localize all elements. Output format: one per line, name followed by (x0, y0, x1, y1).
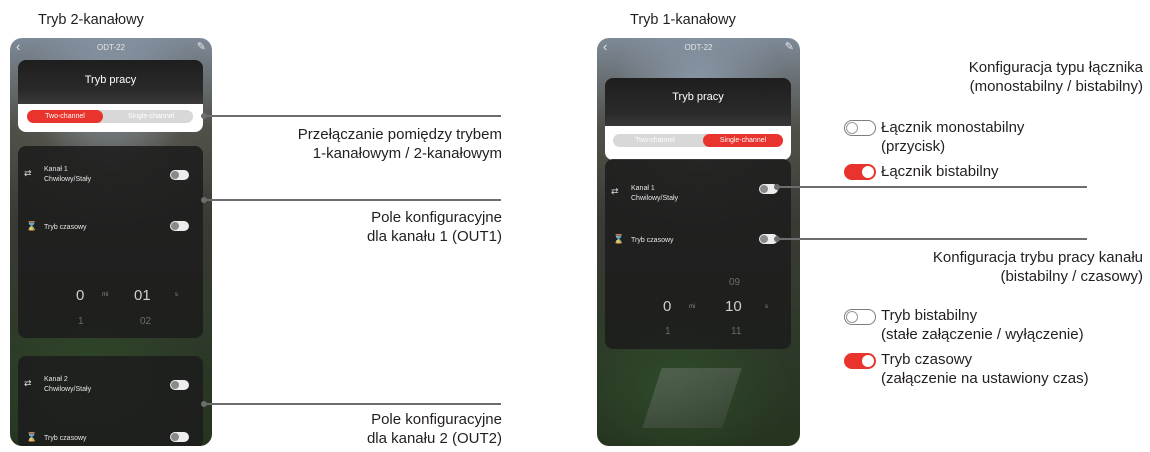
channel-2-card: ⇄ Kanał 2 Chwilowy/Stały ⌛ Tryb czasowy (18, 356, 203, 446)
repeat-icon: ⇄ (611, 186, 619, 196)
legend-toggle-off-icon (844, 309, 876, 325)
channel-1-mode: Chwilowy/Stały (631, 195, 679, 202)
legend-toggle-on-icon (844, 164, 876, 180)
mode-title: Tryb pracy (84, 74, 137, 86)
picker-minutes-unit: mi (102, 292, 109, 298)
note-mode-switch: Przełączanie pomiędzy trybem 1-kanałowym… (297, 126, 502, 162)
single-channel-option[interactable]: Single-channel (703, 134, 783, 147)
channel-2-mode: Chwilowy/Stały (44, 386, 92, 393)
mode-segmented-control[interactable]: Two-channel Single-channel (27, 110, 193, 123)
picker-seconds-next: 11 (731, 326, 742, 337)
picker-minutes-next: 1 (78, 316, 84, 327)
timer-mode-label: Tryb czasowy (44, 224, 87, 231)
hourglass-icon: ⌛ (613, 234, 625, 244)
leader-line (204, 403, 501, 405)
legend-toggle-off-icon (844, 120, 876, 136)
timer-2-mode-label: Tryb czasowy (44, 435, 87, 442)
legend-bistable-mode: Tryb bistabilny (stałe załączenie / wyłą… (881, 307, 1084, 343)
app-header: ‹ ODT-22 ✎ (597, 38, 800, 60)
channel-1-mode: Chwilowy/Stały (44, 176, 92, 183)
legend-bistable: Łącznik bistabilny (881, 163, 999, 180)
timer-mode-toggle[interactable] (170, 221, 189, 231)
mode-segmented-control[interactable]: Two-channel Single-channel (613, 134, 783, 147)
channel-1-mode-toggle[interactable] (170, 170, 189, 180)
legend-monostable: Łącznik monostabilny (przycisk) (881, 119, 1025, 155)
picker-seconds-next: 02 (140, 316, 152, 327)
channel-1-name: Kanał 1 (44, 166, 68, 173)
leader-line (204, 115, 501, 117)
single-channel-option[interactable]: Single-channel (109, 110, 193, 123)
mode-card: Tryb pracy Two-channel Single-channel (18, 60, 203, 132)
phone-two-channel: ‹ ODT-22 ✎ Tryb pracy Two-channel Single… (10, 38, 212, 446)
phone-single-channel: ‹ ODT-22 ✎ Tryb pracy Two-channel Single… (597, 38, 800, 446)
channel-1-card: ⇄ Kanał 1 Chwilowy/Stały ⌛ Tryb czasowy … (605, 159, 791, 349)
caption-two-channel: Tryb 2-kanałowy (38, 12, 144, 28)
picker-minutes-next: 1 (665, 326, 671, 337)
leader-line (777, 186, 1087, 188)
leader-line (204, 199, 501, 201)
mode-card: Tryb pracy Two-channel Single-channel (605, 78, 791, 160)
edit-icon[interactable]: ✎ (197, 40, 206, 53)
picker-seconds[interactable]: 01 (134, 287, 151, 304)
picker-seconds-unit: s (175, 292, 178, 298)
note-channel-mode: Konfiguracja trybu pracy kanału (bistabi… (932, 249, 1143, 285)
legend-timed-mode: Tryb czasowy (załączenie na ustawiony cz… (881, 351, 1089, 387)
edit-icon[interactable]: ✎ (785, 40, 794, 53)
timer-mode-label: Tryb czasowy (631, 237, 674, 244)
hourglass-icon: ⌛ (26, 221, 38, 231)
two-channel-option[interactable]: Two-channel (613, 134, 697, 147)
background-walkway (642, 368, 742, 428)
leader-line (777, 238, 1087, 240)
channel-2-name: Kanał 2 (44, 376, 68, 383)
channel-1-name: Kanał 1 (631, 185, 655, 192)
timer-2-mode-toggle[interactable] (170, 432, 189, 442)
app-header: ‹ ODT-22 ✎ (10, 38, 212, 60)
note-channel-1-field: Pole konfiguracyjne dla kanału 1 (OUT1) (366, 209, 502, 245)
caption-single-channel: Tryb 1-kanałowy (630, 12, 736, 28)
note-switch-type: Konfiguracja typu łącznika (monostabilny… (968, 59, 1143, 95)
app-title: ODT-22 (96, 43, 125, 52)
picker-seconds-prev: 09 (729, 277, 741, 288)
two-channel-option[interactable]: Two-channel (27, 110, 103, 123)
app-title: ODT-22 (684, 43, 713, 52)
picker-seconds-unit: s (765, 304, 768, 310)
channel-2-mode-toggle[interactable] (170, 380, 189, 390)
repeat-icon: ⇄ (24, 168, 32, 178)
picker-minutes-unit: mi (689, 304, 696, 310)
picker-minutes[interactable]: 0 (76, 287, 84, 304)
hourglass-icon: ⌛ (26, 432, 38, 442)
mode-title: Tryb pracy (672, 91, 724, 103)
channel-1-card: ⇄ Kanał 1 Chwilowy/Stały ⌛ Tryb czasowy … (18, 146, 203, 338)
picker-minutes[interactable]: 0 (663, 298, 671, 315)
picker-seconds[interactable]: 10 (725, 298, 742, 315)
legend-toggle-on-icon (844, 353, 876, 369)
repeat-icon: ⇄ (24, 378, 32, 388)
note-channel-2-field: Pole konfiguracyjne dla kanału 2 (OUT2) (366, 411, 502, 447)
